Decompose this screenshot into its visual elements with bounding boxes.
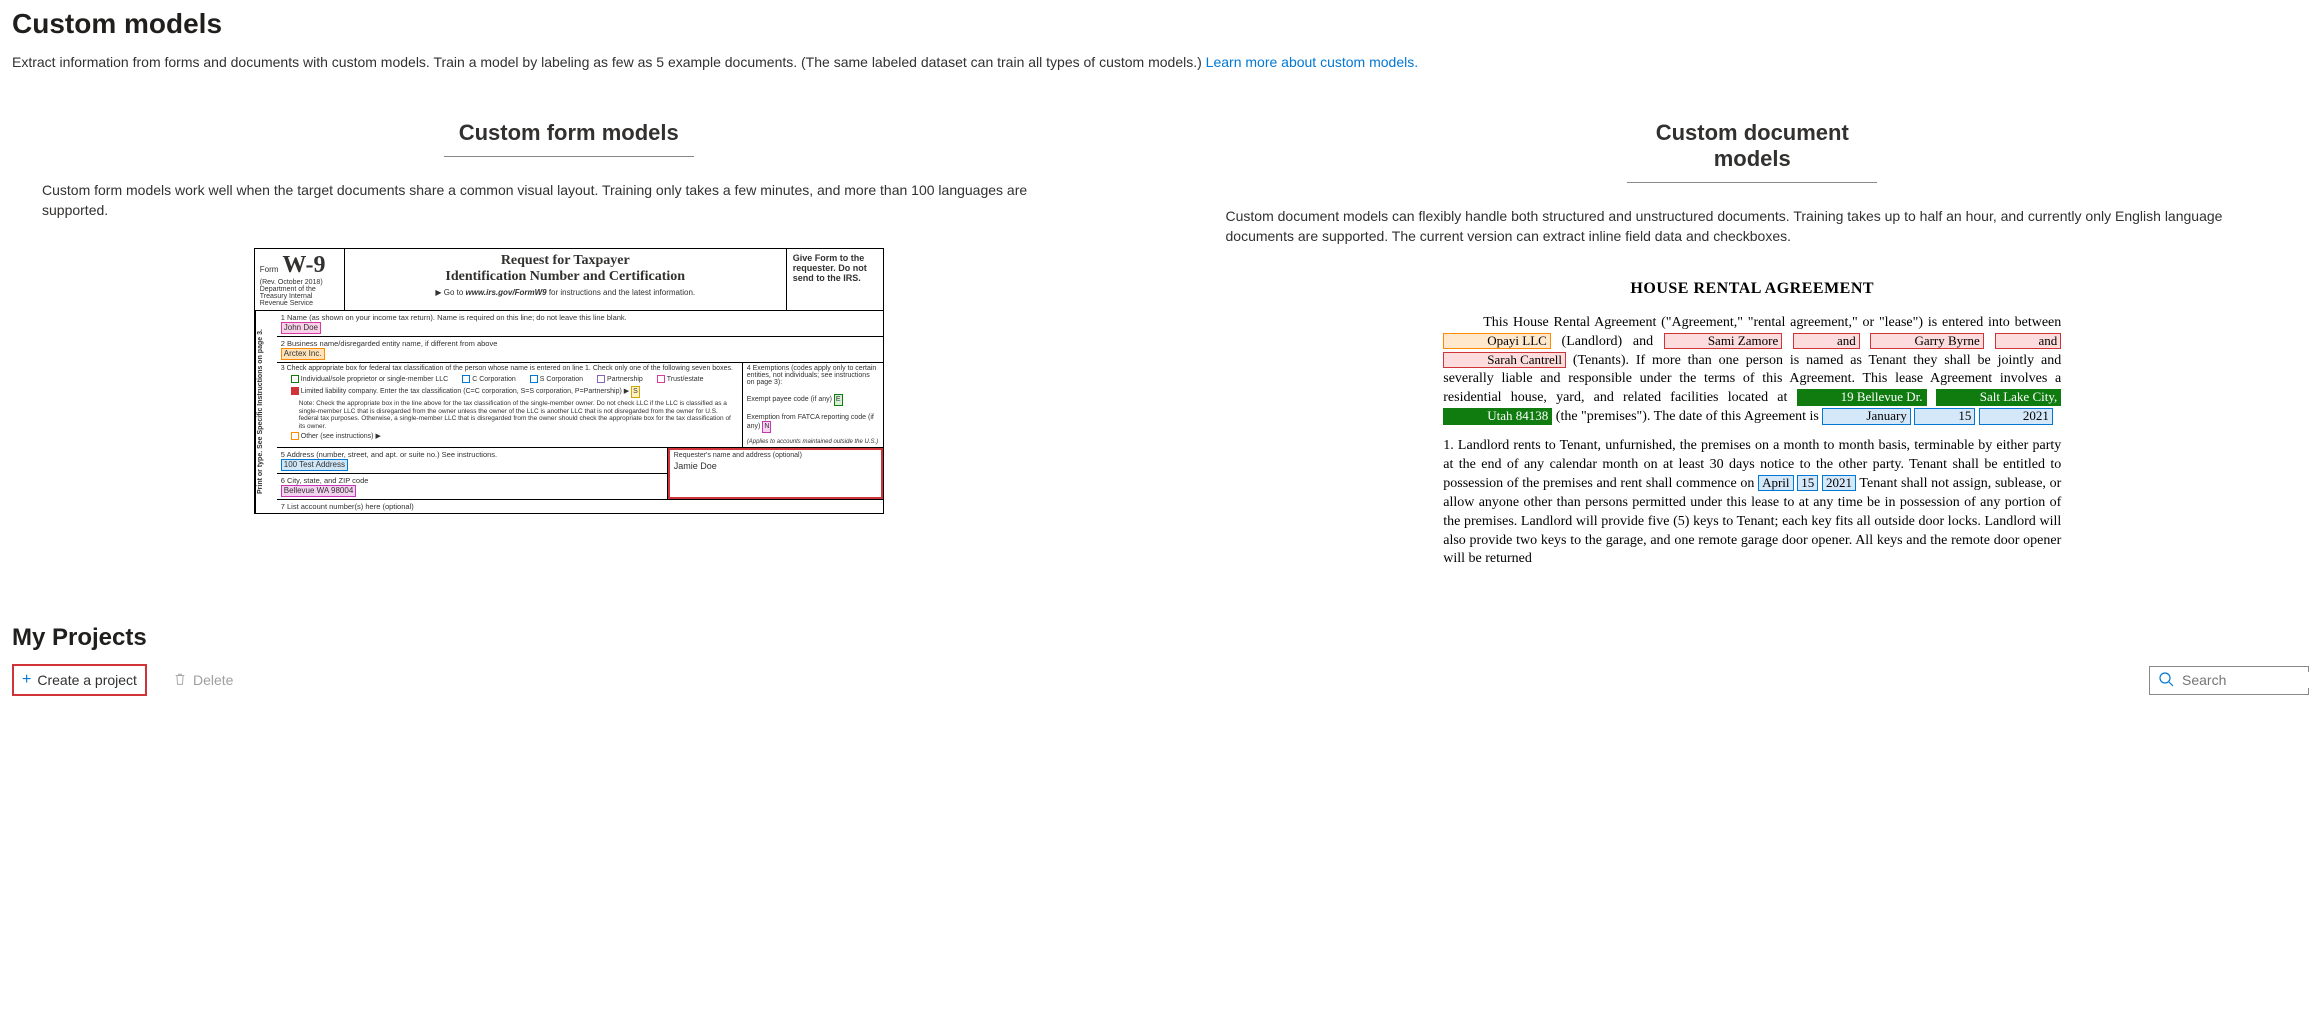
- rental-paragraph-1: This House Rental Agreement ("Agreement,…: [1443, 314, 2061, 427]
- w9-dept: Department of the Treasury Internal Reve…: [260, 286, 339, 307]
- form-models-description: Custom form models work well when the ta…: [12, 181, 1126, 220]
- w9-city-highlight: Bellevue WA 98004: [281, 485, 357, 497]
- w9-row7-label: 7 List account number(s) here (optional): [277, 500, 883, 513]
- w9-exempt-payee-value: E: [834, 394, 843, 406]
- delete-label: Delete: [193, 672, 233, 688]
- trash-icon: [173, 672, 187, 689]
- search-icon: [2158, 671, 2174, 690]
- plus-icon: +: [22, 671, 31, 689]
- w9-title-2: Identification Number and Certification: [353, 269, 778, 285]
- rental-date-highlight: January: [1822, 408, 1910, 424]
- search-box[interactable]: [2149, 666, 2309, 695]
- delete-button[interactable]: Delete: [165, 667, 241, 694]
- w9-row2-label: 2 Business name/disregarded entity name,…: [281, 339, 498, 348]
- w9-give-to: Give Form to the requester. Do not send …: [787, 249, 883, 310]
- form-models-heading: Custom form models: [444, 120, 694, 157]
- w9-name-highlight: John Doe: [281, 322, 321, 334]
- w9-note: Note: Check the appropriate box in the l…: [299, 400, 738, 430]
- doc-models-description: Custom document models can flexibly hand…: [1196, 207, 2310, 246]
- rental-landlord-highlight: Opayi LLC: [1443, 333, 1551, 349]
- w9-form-word: Form: [260, 265, 279, 274]
- custom-document-models-column: Custom document models Custom document m…: [1196, 120, 2310, 564]
- doc-models-heading: Custom document models: [1627, 120, 1877, 183]
- search-input[interactable]: [2182, 672, 2321, 688]
- learn-more-link[interactable]: Learn more about custom models.: [1206, 54, 1418, 70]
- w9-side-label: Print or type. See Specific Instructions…: [255, 311, 277, 513]
- custom-form-models-column: Custom form models Custom form models wo…: [12, 120, 1126, 564]
- page-description: Extract information from forms and docum…: [12, 54, 2309, 70]
- w9-requester-box: Requester's name and address (optional) …: [668, 448, 883, 499]
- my-projects-heading: My Projects: [12, 624, 2309, 652]
- rental-agreement-illustration: HOUSE RENTAL AGREEMENT This House Rental…: [1437, 274, 2067, 564]
- w9-fatca-value: N: [762, 421, 771, 433]
- page-title: Custom models: [12, 8, 2309, 40]
- w9-business-highlight: Arctex Inc.: [281, 348, 325, 360]
- create-project-button[interactable]: + Create a project: [12, 664, 147, 696]
- w9-revision: (Rev. October 2018): [260, 279, 339, 286]
- w9-row5-label: 5 Address (number, street, and apt. or s…: [281, 450, 497, 459]
- w9-row1-label: 1 Name (as shown on your income tax retu…: [281, 313, 627, 322]
- w9-go-to-line: ▶ Go to www.irs.gov/FormW9 for instructi…: [353, 288, 778, 297]
- w9-row4-label: 4 Exemptions (codes apply only to certai…: [747, 365, 879, 386]
- create-project-label: Create a project: [37, 672, 137, 688]
- rental-paragraph-2: 1. Landlord rents to Tenant, unfurnished…: [1443, 437, 2061, 564]
- w9-form-illustration: Form W-9 (Rev. October 2018) Department …: [254, 248, 884, 514]
- page-description-text: Extract information from forms and docum…: [12, 54, 1206, 70]
- projects-toolbar: + Create a project Delete: [12, 664, 2309, 696]
- w9-llc-value: S: [631, 386, 640, 398]
- w9-row6-label: 6 City, state, and ZIP code: [281, 476, 369, 485]
- w9-form-number: W-9: [282, 252, 325, 279]
- rental-tenant-highlight: Sami Zamore: [1664, 333, 1782, 349]
- w9-title-1: Request for Taxpayer: [353, 253, 778, 269]
- rental-address-highlight: 19 Bellevue Dr.: [1797, 389, 1927, 405]
- w9-address-highlight: 100 Test Address: [281, 459, 348, 471]
- rental-title: HOUSE RENTAL AGREEMENT: [1443, 278, 2061, 300]
- w9-row3-label: 3 Check appropriate box for federal tax …: [281, 365, 738, 372]
